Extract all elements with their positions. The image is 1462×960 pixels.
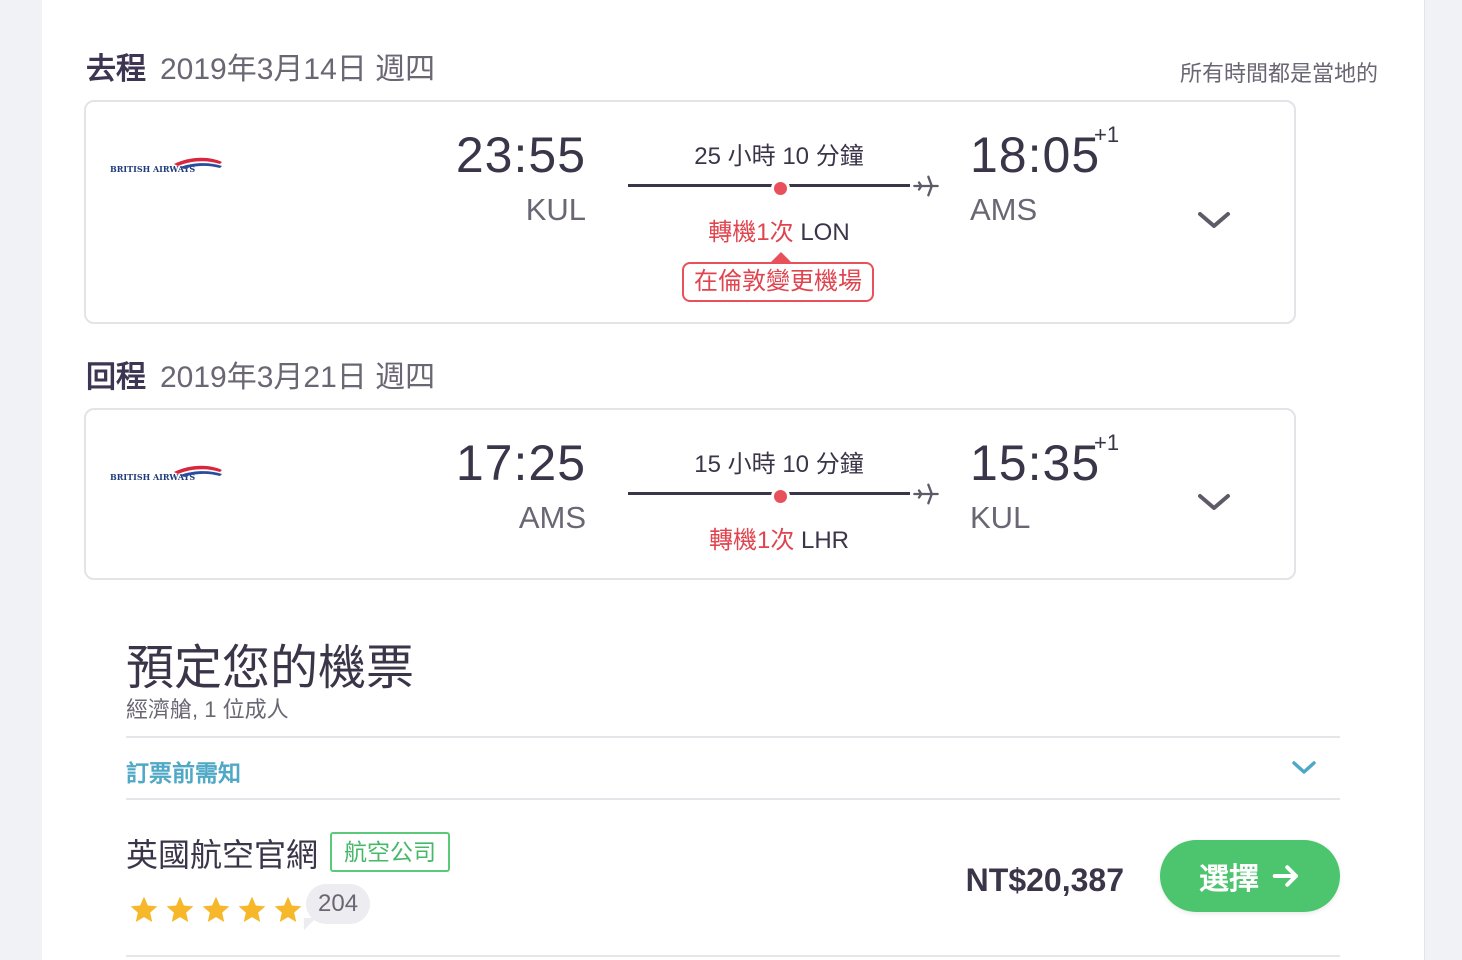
stop-marker (771, 487, 790, 506)
return-date: 2019年3月21日 週四 (160, 361, 436, 394)
price: NT$20,387 (965, 862, 1124, 898)
select-button[interactable]: 選擇 (1160, 840, 1340, 912)
review-count[interactable]: 204 (303, 884, 371, 930)
british-airways-logo: BRITISH AIRWAYS (110, 465, 222, 482)
return-header: 回程 2019年3月21日 週四 (86, 352, 435, 394)
provider-type-badge: 航空公司 (330, 832, 450, 872)
star-icon (274, 896, 302, 922)
route-line (628, 184, 910, 187)
divider (126, 955, 1340, 957)
stops-count: 轉機1次 (708, 219, 794, 246)
stops-info: 轉機1次 LON (628, 212, 930, 247)
rating-stars (128, 894, 304, 926)
plane-icon (913, 483, 939, 505)
stops-count: 轉機1次 (708, 527, 795, 554)
departure-time: 23:55 (455, 127, 586, 183)
outbound-type: 去程 (86, 53, 146, 86)
stops-info: 轉機1次 LHR (628, 520, 930, 555)
arrow-right-icon (1272, 865, 1298, 887)
chevron-down-icon[interactable] (1196, 490, 1232, 514)
arrival-time: 18:05 (970, 127, 1101, 183)
star-icon (166, 896, 194, 922)
arrival-airport: AMS (970, 192, 1038, 227)
chevron-down-icon[interactable] (1290, 758, 1318, 778)
outbound-flight-card[interactable]: BRITISH AIRWAYS 23:55 KUL 25 小時 10 分鐘 轉機… (84, 100, 1296, 324)
british-airways-logo: BRITISH AIRWAYS (110, 157, 222, 174)
star-icon (202, 896, 230, 922)
return-type: 回程 (86, 361, 146, 394)
arrival-time: 15:35 (970, 435, 1101, 491)
provider-name: 英國航空官網 (126, 837, 319, 873)
route-line (628, 492, 910, 495)
star-icon (238, 896, 266, 922)
star-icon (130, 896, 158, 922)
booking-subtitle: 經濟艙, 1 位成人 (126, 697, 289, 722)
svg-text:BRITISH AIRWAYS: BRITISH AIRWAYS (110, 164, 195, 174)
departure-airport: AMS (518, 500, 586, 535)
stop-marker (771, 179, 790, 198)
plane-icon (913, 175, 939, 197)
arrival-airport: KUL (970, 500, 1031, 535)
select-button-label: 選擇 (1199, 863, 1259, 896)
stop-city: LHR (801, 527, 850, 554)
divider (126, 736, 1340, 738)
departure-time: 17:25 (455, 435, 586, 491)
flight-duration: 25 小時 10 分鐘 (694, 143, 864, 170)
chevron-down-icon[interactable] (1196, 208, 1232, 232)
return-flight-card[interactable]: BRITISH AIRWAYS 17:25 AMS 15 小時 10 分鐘 轉機… (84, 408, 1296, 580)
stop-city: LON (800, 219, 850, 246)
flight-duration: 15 小時 10 分鐘 (694, 451, 864, 478)
booking-title: 預定您的機票 (126, 642, 415, 695)
booking-notice-toggle[interactable]: 訂票前需知 (126, 754, 241, 788)
outbound-date: 2019年3月14日 週四 (160, 53, 436, 86)
arrival-day-offset: +1 (1094, 122, 1120, 147)
arrival-day-offset: +1 (1094, 430, 1120, 455)
airport-change-warning: 在倫敦變更機場 (682, 252, 874, 302)
outbound-header: 去程 2019年3月14日 週四 (86, 44, 435, 86)
page-gutter (1424, 0, 1462, 960)
svg-text:BRITISH AIRWAYS: BRITISH AIRWAYS (110, 472, 195, 482)
departure-airport: KUL (525, 192, 586, 227)
local-time-note: 所有時間都是當地的 (1179, 61, 1378, 86)
divider (126, 798, 1340, 800)
